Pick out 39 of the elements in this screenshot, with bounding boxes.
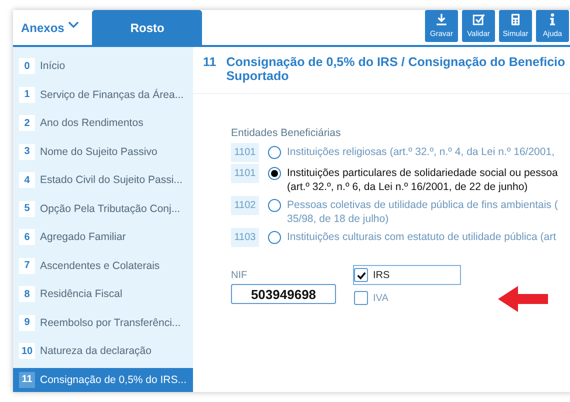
nif-field[interactable]: 503949698 <box>231 284 336 304</box>
checkbox-label: IVA <box>373 292 388 304</box>
option-label: Pessoas coletivas de utilidade pública de fins ambientais ( 35/98, de 18 de julho) <box>287 198 558 226</box>
radio-button[interactable] <box>268 231 281 244</box>
entity-code: 1103 <box>231 228 259 247</box>
section-title: 11 Consignação de 0,5% do IRS / Consignação do Beneficio Suportado <box>193 47 570 94</box>
entity-code: 1101 <box>231 143 259 162</box>
field-label: Entidades Beneficiárias <box>231 127 342 139</box>
annexes-menu[interactable]: Anexos <box>13 10 68 45</box>
chevron-down-icon <box>68 21 80 29</box>
entity-code: 1102 <box>231 196 259 215</box>
sidebar-item[interactable]: 0 Início <box>13 52 193 80</box>
sidebar-item[interactable]: 3 Nome do Sujeito Passivo <box>13 138 193 166</box>
radio-button[interactable] <box>268 167 281 180</box>
sidebar-item[interactable]: 2 Ano dos Rendimentos <box>13 109 193 138</box>
entity-code: 1101 <box>231 164 259 183</box>
sidebar-item[interactable]: 1 Serviço de Finanças da Área... <box>13 80 193 109</box>
calculator-icon <box>509 13 522 26</box>
sidebar-item[interactable]: 5 Opção Pela Tributação Conj... <box>13 194 193 223</box>
sidebar-item[interactable]: 11 Consignação de 0,5% do IRS... <box>13 368 193 392</box>
checkbox-label: IRS <box>373 270 390 280</box>
option-label: Instituições particulares de solidariedade social ou pessoa (art.º 32.º, n.º 6, da Lei n.º 16/2001, de 22 de junho) <box>287 166 558 194</box>
radio-button[interactable] <box>268 199 281 212</box>
option-label: Instituições religiosas (art.º 32.º, n.º 4, da Lei n.º 16/2001, <box>287 145 554 159</box>
option-label: Instituições culturais com estatuto de utilidade pública (art <box>287 230 556 244</box>
checkbox[interactable] <box>354 268 368 282</box>
arrow-icon <box>498 286 548 312</box>
radio-button[interactable] <box>268 146 281 159</box>
sidebar-item[interactable]: 9 Reembolso por Transferênci... <box>13 308 193 337</box>
download-icon <box>435 13 448 26</box>
sidebar-item[interactable]: 4 Estado Civil do Sujeito Passi... <box>13 166 193 194</box>
sidebar-item[interactable]: 10 Natureza da declaração <box>13 337 193 366</box>
sidebar-item[interactable]: 7 Ascendentes e Colaterais <box>13 252 193 280</box>
sidebar-item[interactable]: 8 Residência Fiscal <box>13 280 193 308</box>
checkbox-icon <box>472 13 485 26</box>
sidebar-item[interactable]: 6 Agregado Familiar <box>13 223 193 252</box>
tab[interactable]: Rosto <box>92 10 202 45</box>
checkbox[interactable] <box>354 291 368 305</box>
field-label: NIF <box>231 270 248 281</box>
